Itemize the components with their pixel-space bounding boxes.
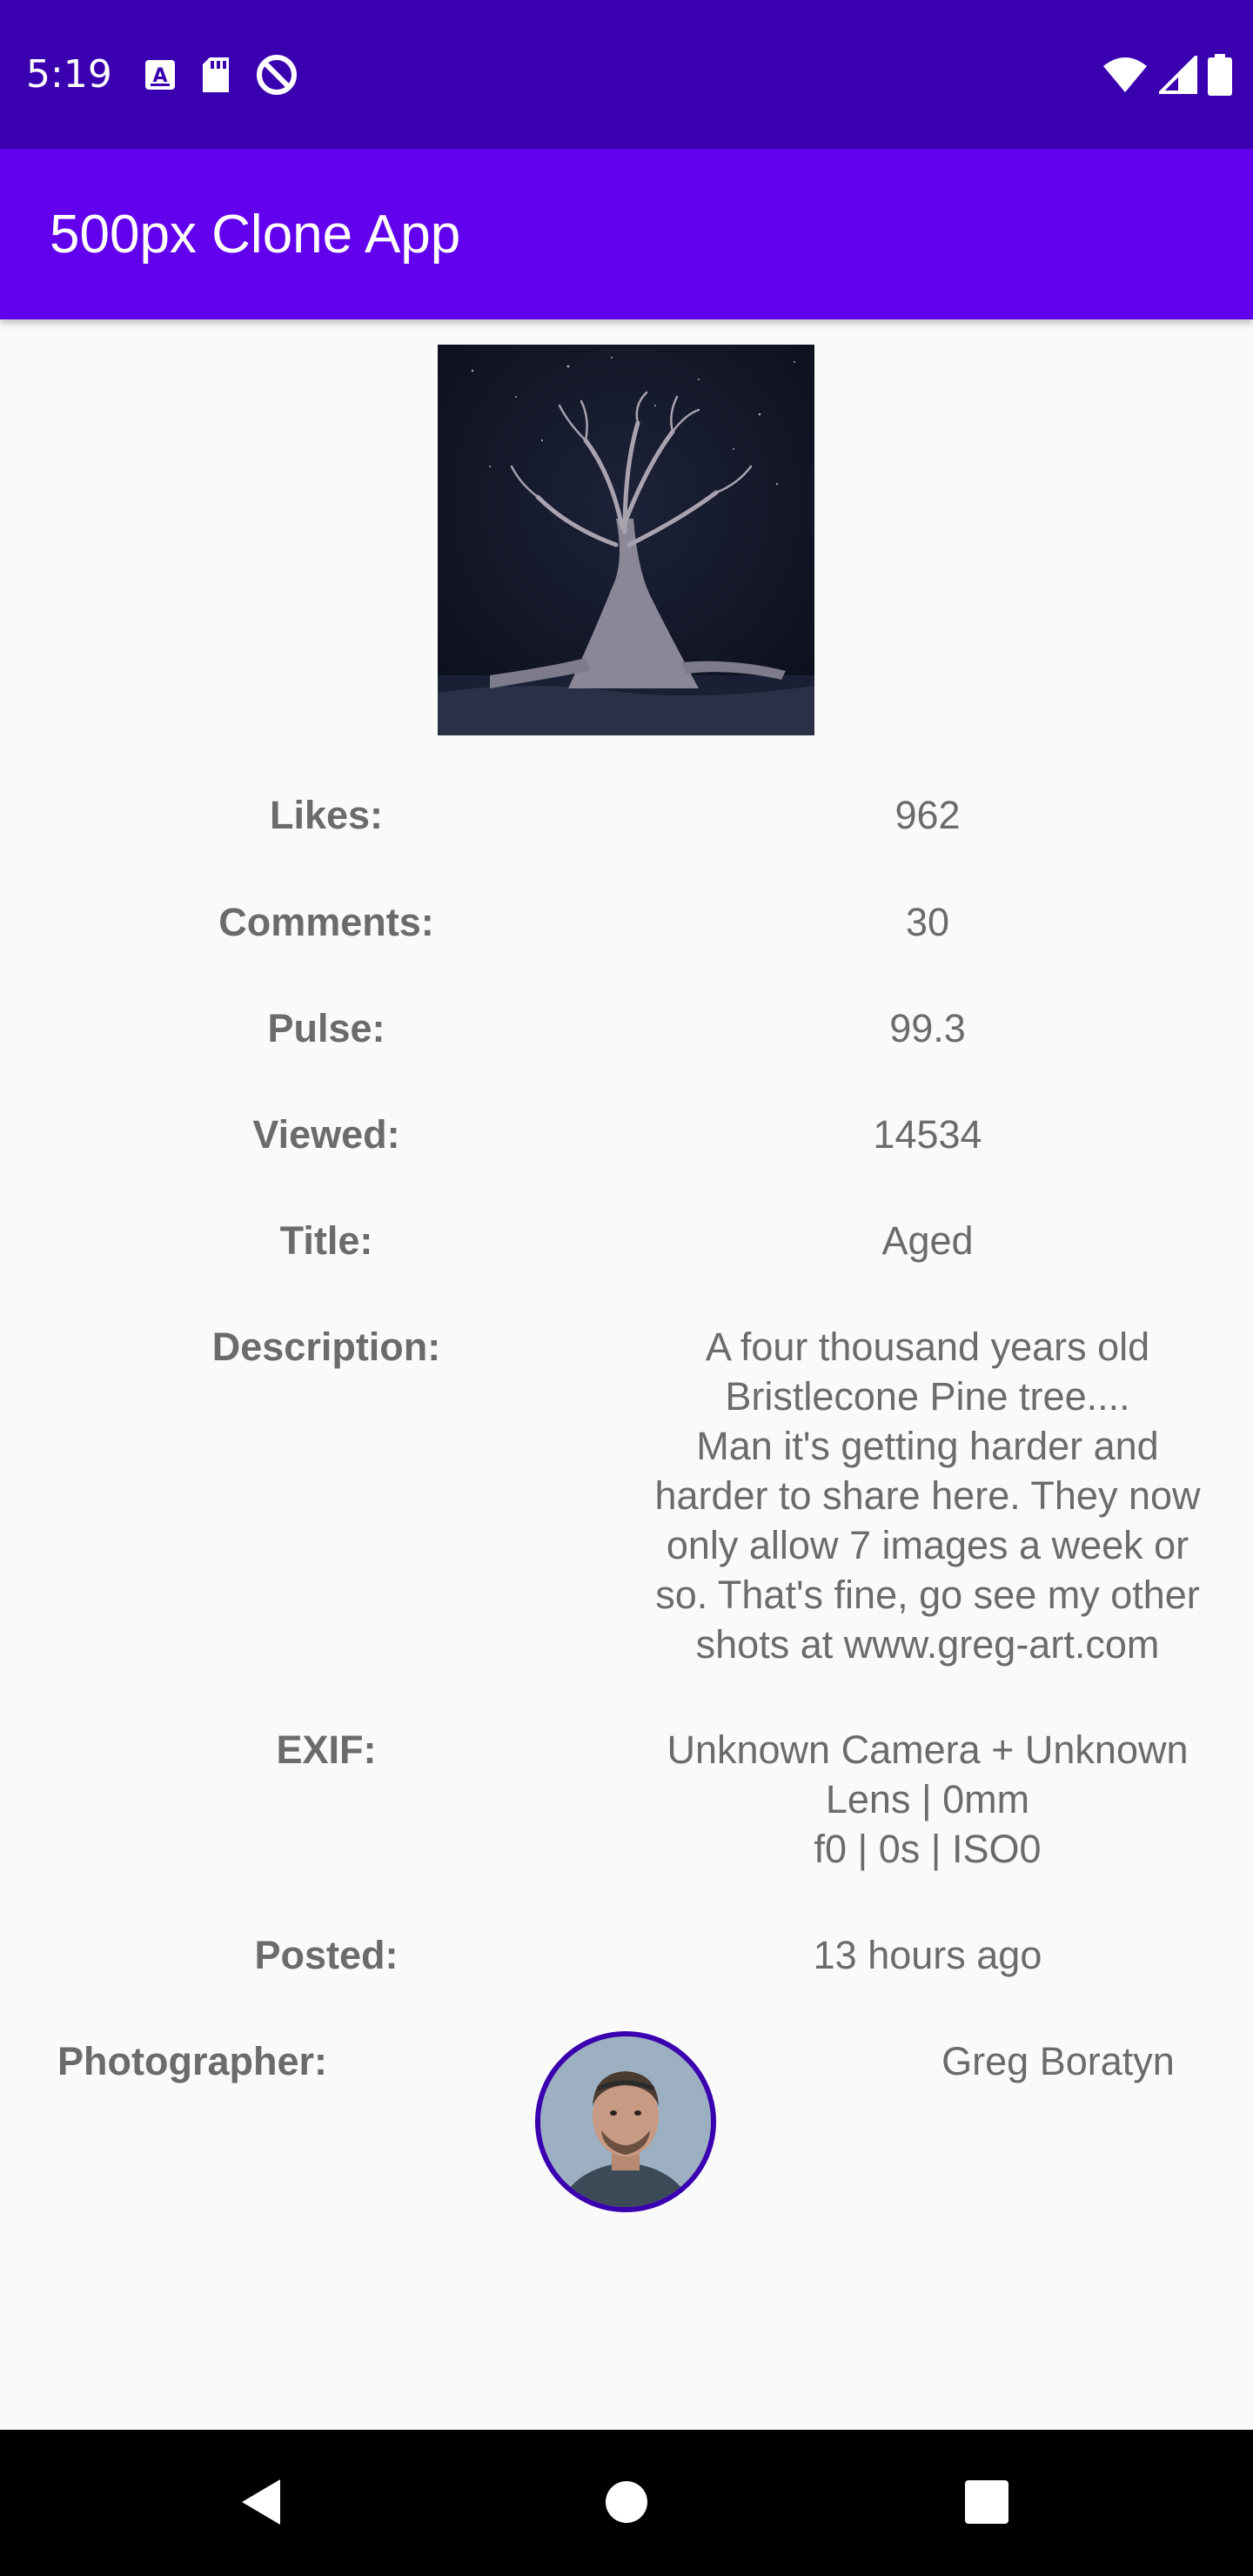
status-system-icons <box>1102 53 1232 99</box>
back-button[interactable] <box>222 2465 300 2543</box>
title-value: Aged <box>881 1218 974 1263</box>
recents-icon <box>963 2479 1010 2529</box>
wifi-icon <box>1102 56 1149 97</box>
comments-label: Comments: <box>218 900 434 944</box>
home-icon <box>602 2478 651 2530</box>
description-value: A four thousand years old Bristlecone Pi… <box>654 1325 1201 1667</box>
likes-label: Likes: <box>269 793 384 837</box>
posted-value: 13 hours ago <box>813 1933 1042 1977</box>
navigation-bar <box>0 2430 1253 2576</box>
posted-label: Posted: <box>254 1933 399 1977</box>
pulse-value: 99.3 <box>889 1006 966 1050</box>
exif-label: EXIF: <box>276 1727 377 1772</box>
sd-card-icon <box>199 56 232 97</box>
recents-button[interactable] <box>948 2465 1026 2543</box>
home-button[interactable] <box>587 2465 666 2543</box>
status-bar: 5:19 A <box>0 0 1253 149</box>
photographer-avatar[interactable] <box>535 2031 716 2212</box>
do-not-disturb-icon <box>255 53 298 100</box>
viewed-value: 14534 <box>873 1112 982 1157</box>
signal-icon <box>1156 53 1197 97</box>
status-time: 5:19 <box>26 52 112 97</box>
exif-value: Unknown Camera + Unknown Lens | 0mm f0 |… <box>667 1727 1189 1871</box>
pulse-label: Pulse: <box>267 1006 385 1050</box>
tree-photo[interactable] <box>438 345 814 735</box>
photographer-name[interactable]: Greg Boratyn <box>870 2036 1246 2086</box>
a-notification-icon: A <box>144 58 177 95</box>
viewed-label: Viewed: <box>252 1112 400 1157</box>
app-title: 500px Clone App <box>50 205 461 265</box>
title-label: Title: <box>279 1218 373 1263</box>
app-bar: 500px Clone App <box>0 149 1253 319</box>
status-notification-icons: A <box>144 54 298 99</box>
photographer-label: Photographer: <box>57 2039 327 2083</box>
back-icon <box>237 2476 285 2532</box>
battery-icon <box>1208 54 1232 99</box>
comments-value: 30 <box>905 900 950 944</box>
description-label: Description: <box>211 1325 441 1369</box>
likes-value: 962 <box>895 793 961 837</box>
